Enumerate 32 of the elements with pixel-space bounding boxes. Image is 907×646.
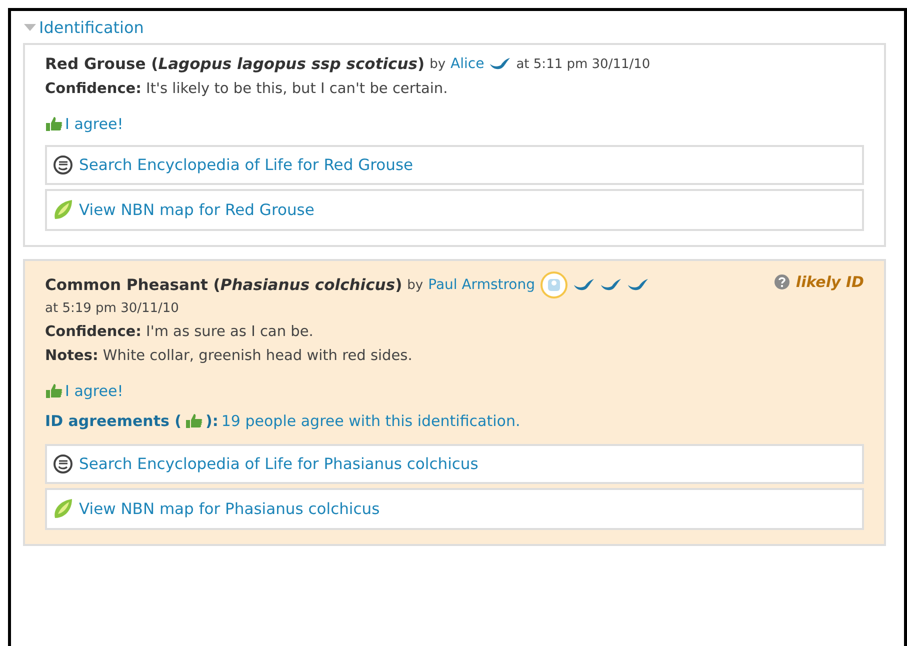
field-text: Confidence: I'm as sure as I can be.: [45, 324, 314, 340]
likely-id-label: likely ID: [796, 273, 864, 291]
timestamp: at 5:19 pm 30/11/10: [45, 301, 179, 316]
encyclopedia-icon[interactable]: [53, 454, 73, 474]
field-text: Notes: White collar, greenish head with red sides.: [45, 348, 414, 364]
encyclopedia-icon[interactable]: [53, 155, 73, 175]
collapse-triangle-icon[interactable]: [23, 22, 37, 32]
timestamp: at 5:11 pm 30/11/10: [516, 56, 650, 72]
agree-link[interactable]: I agree!: [45, 115, 124, 133]
thumbs-up-icon[interactable]: [45, 116, 63, 132]
by-label: by: [430, 56, 446, 72]
species-name: Common Pheasant (Phasianus colchicus): [45, 276, 402, 294]
agreements-label: ):: [206, 412, 218, 430]
resource-link[interactable]: View NBN map for Phasianus colchicus: [45, 488, 864, 530]
author-link[interactable]: Alice: [450, 56, 484, 72]
agree-link[interactable]: I agree!: [45, 382, 124, 400]
help-icon[interactable]: [774, 274, 790, 290]
resource-link[interactable]: Search Encyclopedia of Life for Red Grouse: [45, 145, 864, 185]
leaf-icon[interactable]: [53, 199, 73, 221]
resource-link[interactable]: Search Encyclopedia of Life for Phasianus colchicus: [45, 444, 864, 484]
thumbs-up-icon: [184, 413, 203, 429]
by-label: by: [407, 278, 424, 292]
author-link[interactable]: Paul Armstrong: [428, 277, 536, 293]
thumbs-up-icon[interactable]: [45, 383, 63, 399]
leaf-icon[interactable]: [53, 498, 73, 520]
species-name: Red Grouse (Lagopus lagopus ssp scoticus): [45, 55, 425, 73]
resource-link[interactable]: View NBN map for Red Grouse: [45, 189, 864, 231]
field-text: Confidence: It's likely to be this, but I can't be certain.: [45, 81, 449, 97]
avatar-icon: [540, 271, 568, 299]
agreements-label: ID agreements (: [45, 412, 182, 430]
section-title-link[interactable]: Identification: [39, 18, 144, 36]
agreements-link[interactable]: 19 people agree with this identification.: [221, 412, 520, 430]
